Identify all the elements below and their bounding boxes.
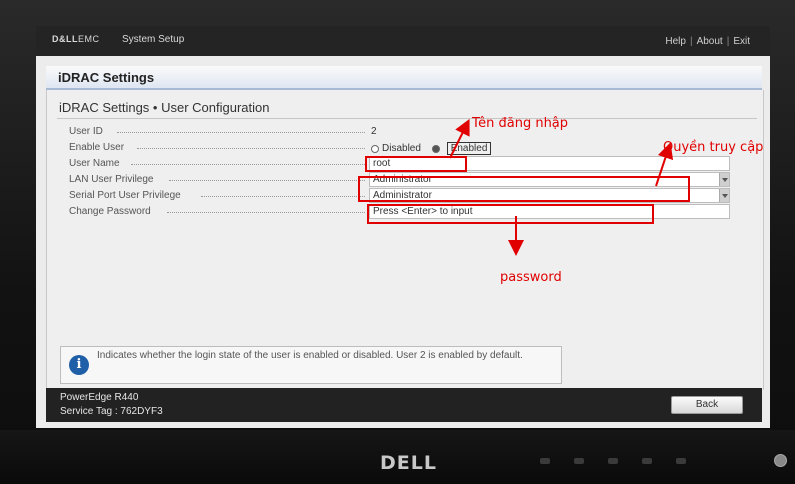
arrow-privilege (655, 142, 674, 187)
arrow-username (449, 118, 470, 159)
annotation-username-label: Tên đăng nhập (472, 116, 569, 131)
annotation-password-label: password (500, 270, 562, 285)
annotation-arrows (449, 118, 674, 256)
annotation-privilege-label: Quyền truy cập (663, 140, 764, 155)
